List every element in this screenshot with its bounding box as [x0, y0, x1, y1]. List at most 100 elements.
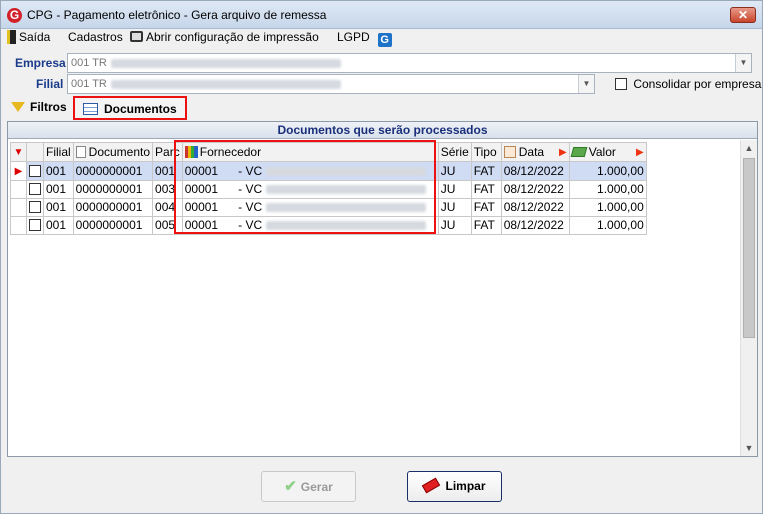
cell-tipo: FAT	[470, 216, 502, 235]
cell-serie: JU	[437, 180, 472, 199]
row-checkbox-cell[interactable]	[26, 161, 44, 181]
cell-serie: JU	[437, 198, 472, 217]
panel-title: Documentos que serão processados	[8, 122, 757, 139]
col-header-data-label: Data	[518, 144, 545, 159]
row-indicator: ▶	[10, 161, 27, 181]
gerar-button[interactable]: ✔ Gerar	[261, 471, 356, 502]
row-checkbox[interactable]	[29, 183, 41, 195]
funnel-icon	[11, 102, 25, 112]
tab-documentos[interactable]: Documentos	[73, 96, 187, 120]
fornecedor-name: - VC	[238, 218, 263, 232]
cell-data: 08/12/2022	[500, 216, 570, 235]
redacted-text	[266, 185, 427, 195]
cell-fornecedor: 00001 - VC	[181, 161, 439, 181]
cell-documento: 0000000001	[72, 180, 154, 199]
cell-parc: 003	[152, 180, 183, 199]
col-header-documento-label: Documento	[88, 144, 151, 159]
empresa-value: 001 TR	[71, 57, 107, 69]
menu-saida[interactable]: Saída	[7, 29, 50, 45]
row-checkbox-cell[interactable]	[26, 216, 44, 235]
row-indicator	[10, 180, 27, 199]
cell-valor: 1.000,00	[568, 216, 647, 235]
menu-abrir-configuracao[interactable]: Abrir configuração de impressão	[130, 29, 319, 45]
title-bar: G CPG - Pagamento eletrônico - Gera arqu…	[1, 1, 762, 29]
row-checkbox[interactable]	[29, 201, 41, 213]
redacted-text	[266, 221, 427, 231]
limpar-button[interactable]: Limpar	[407, 471, 502, 502]
supplier-icon	[184, 145, 198, 158]
cell-valor: 1.000,00	[568, 161, 647, 181]
col-header-documento[interactable]: Documento	[72, 142, 154, 162]
filial-label: Filial	[36, 77, 64, 91]
consolidar-checkbox-group[interactable]: Consolidar por empresa	[615, 77, 761, 91]
cell-filial: 001	[43, 198, 74, 217]
empresa-label: Empresa	[15, 56, 66, 70]
fornecedor-name: - VC	[238, 182, 263, 196]
cell-data: 08/12/2022	[500, 198, 570, 217]
documents-panel: Documentos que serão processados ▼ Filia…	[7, 121, 758, 457]
cell-serie: JU	[437, 161, 472, 181]
chevron-down-icon[interactable]: ▼	[735, 54, 751, 72]
menu-cadastros[interactable]: Cadastros	[68, 29, 123, 45]
menu-lgpd[interactable]: LGPD G	[337, 29, 392, 47]
cell-tipo: FAT	[470, 198, 502, 217]
cell-valor: 1.000,00	[568, 198, 647, 217]
col-header-filial[interactable]: Filial	[43, 142, 74, 162]
cell-fornecedor: 00001 - VC	[181, 180, 439, 199]
exit-door-icon	[7, 30, 16, 44]
col-header-data[interactable]: Data ▶	[500, 142, 570, 162]
table-row[interactable]: 001 0000000001 005 00001 - VC JU FAT 08/…	[10, 216, 647, 235]
col-header-valor-label: Valor	[588, 144, 616, 159]
tab-filtros-label: Filtros	[30, 100, 67, 114]
cell-tipo: FAT	[470, 180, 502, 199]
row-checkbox-cell[interactable]	[26, 198, 44, 217]
calendar-icon	[503, 145, 516, 158]
fornecedor-code: 00001	[184, 182, 219, 196]
cell-filial: 001	[43, 161, 74, 181]
scroll-thumb[interactable]	[743, 158, 755, 338]
consolidar-checkbox[interactable]	[615, 78, 627, 90]
checkbox-header	[26, 142, 44, 162]
cell-filial: 001	[43, 216, 74, 235]
scroll-down-icon[interactable]: ▼	[741, 440, 757, 456]
empresa-select[interactable]: 001 TR ▼	[67, 53, 752, 73]
fornecedor-name: - VC	[238, 200, 263, 214]
filial-select[interactable]: 001 TR ▼	[67, 74, 595, 94]
sort-indicator-header[interactable]: ▼	[10, 142, 27, 162]
cell-valor: 1.000,00	[568, 180, 647, 199]
table-row[interactable]: ▶ 001 0000000001 001 00001 - VC JU FAT 0…	[10, 161, 647, 181]
cell-documento: 0000000001	[72, 161, 154, 181]
vertical-scrollbar[interactable]: ▲ ▼	[740, 140, 757, 456]
cell-serie: JU	[437, 216, 472, 235]
sort-arrow-icon: ▶	[636, 146, 644, 158]
lgpd-logo-icon: G	[377, 33, 392, 47]
money-icon	[570, 146, 588, 157]
col-header-serie[interactable]: Série	[437, 142, 472, 162]
row-checkbox[interactable]	[29, 164, 41, 177]
table-row[interactable]: 001 0000000001 003 00001 - VC JU FAT 08/…	[10, 180, 647, 199]
main-window: G CPG - Pagamento eletrônico - Gera arqu…	[0, 0, 763, 514]
close-button[interactable]: ✕	[730, 7, 756, 23]
row-checkbox[interactable]	[29, 219, 41, 231]
filial-value: 001 TR	[71, 78, 107, 90]
tab-documentos-label: Documentos	[104, 102, 177, 116]
table-row[interactable]: 001 0000000001 004 00001 - VC JU FAT 08/…	[10, 198, 647, 217]
menu-lgpd-label: LGPD	[337, 30, 370, 44]
scroll-up-icon[interactable]: ▲	[741, 140, 757, 156]
cell-filial: 001	[43, 180, 74, 199]
col-header-valor[interactable]: Valor ▶	[568, 142, 647, 162]
app-logo-icon: G	[7, 8, 22, 23]
cell-data: 08/12/2022	[500, 161, 570, 181]
col-header-tipo[interactable]: Tipo	[470, 142, 502, 162]
menu-saida-label: Saída	[19, 30, 51, 44]
current-row-arrow-icon: ▶	[14, 166, 23, 177]
fornecedor-name: - VC	[238, 163, 263, 178]
col-header-fornecedor[interactable]: Fornecedor	[181, 142, 439, 162]
cell-fornecedor: 00001 - VC	[181, 216, 439, 235]
redacted-text	[266, 203, 427, 213]
documents-table: ▼ Filial Documento Parc Fornecedor Série…	[10, 142, 647, 235]
col-header-parc[interactable]: Parc	[152, 142, 183, 162]
tab-filtros[interactable]: Filtros	[11, 96, 67, 118]
row-checkbox-cell[interactable]	[26, 180, 44, 199]
chevron-down-icon[interactable]: ▼	[578, 75, 594, 93]
